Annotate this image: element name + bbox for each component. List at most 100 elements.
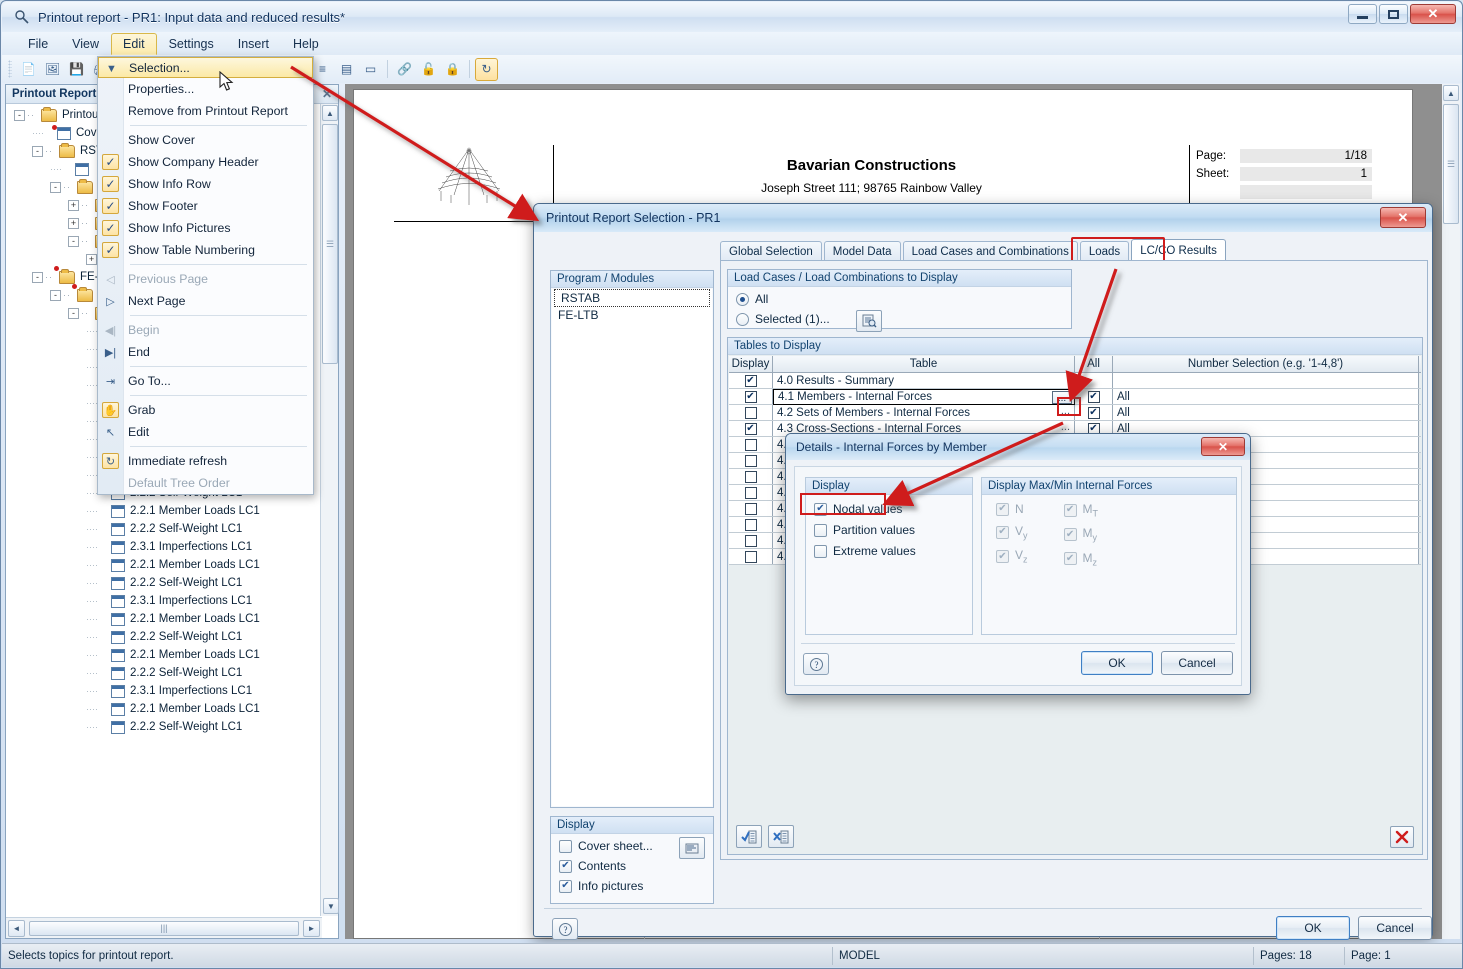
checkbox-icon[interactable]: ✔ bbox=[814, 544, 827, 558]
checkbox-icon[interactable]: ✔ bbox=[559, 859, 572, 873]
row-ellipsis-button[interactable]: ... bbox=[1061, 421, 1070, 433]
details-ok-button[interactable]: OK bbox=[1081, 651, 1153, 675]
tree-expander-icon[interactable]: - bbox=[68, 235, 79, 247]
tree-horizontal-scrollbar[interactable]: ◄ ||| ► bbox=[6, 917, 322, 938]
details-maxmin-right-items[interactable]: ✔ MT ✔ My ✔ Mz bbox=[1063, 502, 1098, 567]
display-checkbox-icon[interactable]: ✔ bbox=[744, 438, 757, 451]
close-button[interactable]: ✕ bbox=[1410, 4, 1456, 24]
checkbox-icon[interactable]: ✔ bbox=[814, 502, 827, 516]
cover-sheet-edit-icon[interactable] bbox=[679, 837, 705, 859]
checkbox-icon[interactable]: ✔ bbox=[559, 879, 572, 893]
details-maxmin-left-items[interactable]: ✔ N ✔ Vy ✔ Vz bbox=[996, 502, 1028, 567]
menu-item-show-footer[interactable]: ✓ Show Footer bbox=[98, 195, 313, 217]
selection-dialog-tabs[interactable]: Global Selection Model Data Load Cases and… bbox=[720, 239, 1228, 262]
display-checkbox-icon[interactable]: ✔ bbox=[744, 454, 757, 467]
display-group-items[interactable]: ✔ Cover sheet... ✔ Contents ✔ Info pictures bbox=[559, 839, 653, 893]
tree-expander-icon[interactable]: - bbox=[50, 181, 61, 193]
tree-expander-icon[interactable]: + bbox=[68, 199, 79, 211]
menu-item-selection[interactable]: ▼ Selection... bbox=[98, 57, 313, 78]
radio-icon[interactable] bbox=[736, 312, 749, 326]
display-checkbox-icon[interactable]: ✔ bbox=[744, 470, 757, 483]
tree-expander-icon[interactable]: - bbox=[32, 145, 43, 157]
tree-item[interactable]: ···· 2.2.1 Member Loads LC1 bbox=[6, 646, 322, 664]
tab-lc-co-results[interactable]: LC/CO Results bbox=[1131, 239, 1226, 262]
table-row[interactable]: ✔ 4.2 Sets of Members - Internal Forces..… bbox=[729, 405, 1421, 421]
row-ellipsis-button[interactable]: ... bbox=[1061, 405, 1070, 417]
tree-item[interactable]: ···· 2.2.2 Self-Weight LC1 bbox=[6, 574, 322, 592]
row-table-cell[interactable]: 4.2 Sets of Members - Internal Forces... bbox=[773, 405, 1075, 420]
row-display-cell[interactable]: ✔ bbox=[729, 421, 773, 436]
doc-scroll-up-icon[interactable]: ▲ bbox=[1443, 85, 1459, 101]
row-all-cell[interactable]: ✔ bbox=[1075, 405, 1113, 420]
details-cancel-button[interactable]: Cancel bbox=[1161, 651, 1233, 675]
deselect-all-button[interactable] bbox=[768, 825, 794, 848]
menu-item-file[interactable]: File bbox=[16, 33, 60, 55]
open-report-icon[interactable]: 🖼 bbox=[41, 58, 64, 81]
tab-model-data[interactable]: Model Data bbox=[823, 241, 901, 262]
display-option-cover-sheet[interactable]: ✔ Cover sheet... bbox=[559, 839, 653, 853]
horizontal-scroll-thumb[interactable]: ||| bbox=[29, 920, 299, 936]
row-all-cell[interactable] bbox=[1075, 373, 1113, 388]
tree-item[interactable]: ···· 2.2.2 Self-Weight LC1 bbox=[6, 718, 322, 736]
load-cases-options[interactable]: All Selected (1)... bbox=[736, 292, 830, 326]
display-checkbox-icon[interactable]: ✔ bbox=[744, 502, 757, 515]
refresh-icon[interactable]: ↻ bbox=[475, 57, 498, 81]
radio-icon[interactable] bbox=[736, 292, 749, 306]
document-vertical-scrollbar[interactable]: ▲ ☰ bbox=[1442, 84, 1460, 939]
menu-item-help[interactable]: Help bbox=[281, 33, 331, 55]
link-icon[interactable]: 🔗 bbox=[393, 58, 416, 81]
table-row[interactable]: ✔ 4.0 Results - Summary bbox=[729, 373, 1421, 389]
details-help-question-icon[interactable]: ? bbox=[803, 653, 829, 675]
row-table-cell[interactable]: 4.0 Results - Summary bbox=[773, 373, 1075, 388]
row-number-cell[interactable]: All bbox=[1113, 389, 1419, 404]
details-display-items[interactable]: ✔ Nodal values ✔ Partition values ✔ Extreme v… bbox=[814, 502, 916, 558]
module-item-fe-ltb[interactable]: FE-LTB bbox=[552, 307, 712, 323]
tree-item[interactable]: ···· 2.3.1 Imperfections LC1 bbox=[6, 592, 322, 610]
row-display-cell[interactable]: ✔ bbox=[729, 453, 773, 468]
program-modules-list[interactable]: RSTAB FE-LTB bbox=[552, 289, 712, 806]
row-display-cell[interactable]: ✔ bbox=[729, 405, 773, 420]
help-question-icon[interactable]: ? bbox=[552, 918, 578, 940]
menu-item-go-to[interactable]: ⇥ Go To... bbox=[98, 370, 313, 392]
magnifier-list-icon[interactable] bbox=[856, 310, 882, 332]
display-checkbox-icon[interactable]: ✔ bbox=[744, 534, 757, 547]
scroll-up-icon[interactable]: ▲ bbox=[322, 105, 338, 121]
blank-page-icon[interactable]: ▭ bbox=[359, 58, 382, 81]
menu-item-previous-page[interactable]: ◁ Previous Page bbox=[98, 268, 313, 290]
scroll-down-icon[interactable]: ▼ bbox=[323, 898, 339, 914]
tree-item[interactable]: ···· 2.3.1 Imperfections LC1 bbox=[6, 538, 322, 556]
menu-item-remove-from-printout-report[interactable]: Remove from Printout Report bbox=[98, 100, 313, 122]
tree-item[interactable]: ···· 2.2.1 Member Loads LC1 bbox=[6, 502, 322, 520]
tree-item[interactable]: ···· 2.2.2 Self-Weight LC1 bbox=[6, 520, 322, 538]
select-all-button[interactable] bbox=[736, 825, 762, 848]
lock-icon[interactable]: 🔒 bbox=[441, 58, 464, 81]
all-checkbox-icon[interactable]: ✔ bbox=[1087, 406, 1100, 419]
row-all-cell[interactable]: ✔ bbox=[1075, 389, 1113, 404]
unlock-icon[interactable]: 🔓 bbox=[417, 58, 440, 81]
menu-item-immediate-refresh[interactable]: ↻ Immediate refresh bbox=[98, 450, 313, 472]
menu-item-grab[interactable]: ✋ Grab bbox=[98, 399, 313, 421]
maximize-button[interactable] bbox=[1379, 4, 1408, 24]
details-option-nodal-values[interactable]: ✔ Nodal values bbox=[814, 502, 916, 516]
page-block-icon[interactable]: ▤ bbox=[335, 58, 358, 81]
tree-expander-icon[interactable]: - bbox=[50, 289, 61, 301]
selection-dialog-close-button[interactable]: ✕ bbox=[1380, 207, 1426, 228]
tree-vertical-scrollbar[interactable]: ▲ ☰ ▼ bbox=[320, 104, 339, 916]
details-dialog-close-button[interactable]: ✕ bbox=[1201, 437, 1245, 456]
page-list-icon[interactable]: ≡ bbox=[311, 58, 334, 81]
tree-expander-icon[interactable]: + bbox=[86, 253, 97, 265]
load-case-option-selected-1[interactable]: Selected (1)... bbox=[736, 312, 830, 326]
close-icon[interactable]: ✕ bbox=[322, 87, 332, 101]
tree-item[interactable]: ···· 2.2.1 Member Loads LC1 bbox=[6, 556, 322, 574]
display-option-contents[interactable]: ✔ Contents bbox=[559, 859, 653, 873]
tree-item[interactable]: ···· 2.2.1 Member Loads LC1 bbox=[6, 700, 322, 718]
scroll-right-icon[interactable]: ► bbox=[303, 919, 320, 937]
menu-item-edit[interactable]: Edit bbox=[111, 32, 157, 55]
menu-item-show-info-pictures[interactable]: ✓ Show Info Pictures bbox=[98, 217, 313, 239]
checkbox-icon[interactable]: ✔ bbox=[559, 839, 572, 853]
menu-item-begin[interactable]: ◀| Begin bbox=[98, 319, 313, 341]
menu-item-show-table-numbering[interactable]: ✓ Show Table Numbering bbox=[98, 239, 313, 261]
minimize-button[interactable] bbox=[1348, 4, 1377, 24]
row-table-cell[interactable]: 4.1 Members - Internal Forces... bbox=[773, 389, 1075, 405]
tree-item[interactable]: ···· 2.2.1 Member Loads LC1 bbox=[6, 610, 322, 628]
